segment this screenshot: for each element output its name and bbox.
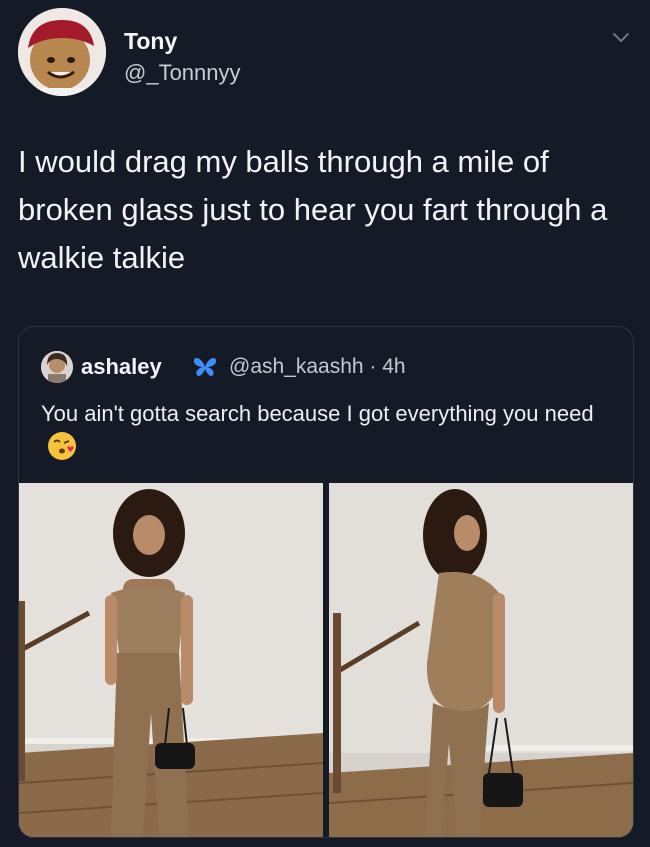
quoted-author-avatar[interactable] bbox=[41, 351, 73, 383]
author-avatar[interactable] bbox=[18, 8, 106, 96]
quoted-tweet-text: You ain't gotta search because I got eve… bbox=[41, 401, 594, 426]
media-grid bbox=[19, 483, 633, 837]
kissing-face-emoji-icon bbox=[48, 432, 76, 460]
chevron-down-icon[interactable] bbox=[610, 26, 632, 48]
quoted-tweet-text-container: You ain't gotta search because I got eve… bbox=[41, 397, 621, 465]
butterfly-icon bbox=[193, 358, 217, 377]
photo-side-pose[interactable] bbox=[329, 483, 633, 837]
tweet-header: Tony @_Tonnnyy bbox=[18, 8, 632, 98]
quoted-author-name[interactable]: ashaley bbox=[81, 354, 162, 380]
quoted-author-handle-and-time[interactable]: @ash_kaashh · 4h bbox=[229, 355, 406, 379]
author-display-name[interactable]: Tony bbox=[124, 28, 177, 55]
author-handle[interactable]: @_Tonnnyy bbox=[124, 60, 241, 86]
quoted-tweet-card[interactable]: ashaley @ash_kaashh · 4h You ain't gotta… bbox=[18, 326, 634, 838]
photo-front-pose[interactable] bbox=[19, 483, 323, 837]
tweet-text: I would drag my balls through a mile of … bbox=[18, 144, 608, 275]
